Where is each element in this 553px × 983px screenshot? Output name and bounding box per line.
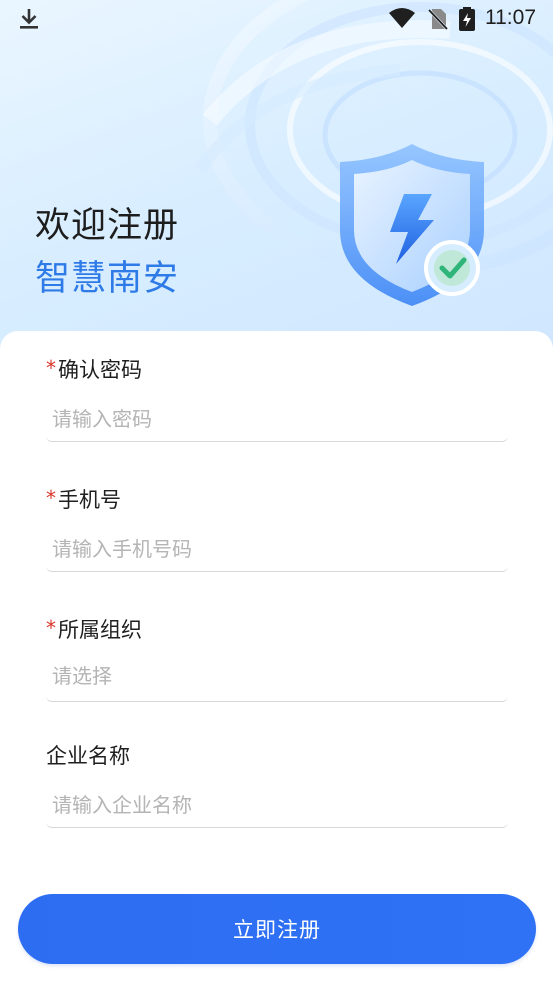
phone-input[interactable] bbox=[46, 526, 508, 572]
company-name-label: 企业名称 bbox=[46, 744, 130, 768]
status-bar: 11:07 bbox=[0, 0, 553, 40]
confirm-password-input[interactable] bbox=[46, 396, 508, 442]
shield-lightning-check-icon bbox=[340, 144, 484, 306]
organization-label-text: 所属组织 bbox=[58, 618, 142, 642]
required-mark: * bbox=[46, 356, 56, 380]
required-mark: * bbox=[46, 616, 56, 640]
no-sim-icon bbox=[427, 8, 449, 31]
phone-label: *手机号 bbox=[46, 484, 121, 514]
battery-charging-icon bbox=[459, 7, 475, 31]
confirm-password-label: *确认密码 bbox=[46, 354, 142, 384]
register-button[interactable]: 立即注册 bbox=[18, 894, 536, 964]
confirm-password-label-text: 确认密码 bbox=[58, 358, 142, 382]
status-time: 11:07 bbox=[485, 6, 536, 29]
phone-label-text: 手机号 bbox=[58, 488, 121, 512]
header-banner: 11:07 欢迎注册 智慧南安 bbox=[0, 0, 553, 360]
page-title: 欢迎注册 bbox=[35, 206, 180, 246]
company-name-input[interactable] bbox=[46, 782, 508, 828]
app-name: 智慧南安 bbox=[35, 259, 180, 299]
required-mark: * bbox=[46, 486, 56, 510]
organization-label: *所属组织 bbox=[46, 614, 142, 644]
wifi-icon bbox=[389, 8, 415, 28]
download-icon bbox=[20, 9, 38, 29]
organization-select[interactable]: 请选择 bbox=[46, 656, 508, 702]
